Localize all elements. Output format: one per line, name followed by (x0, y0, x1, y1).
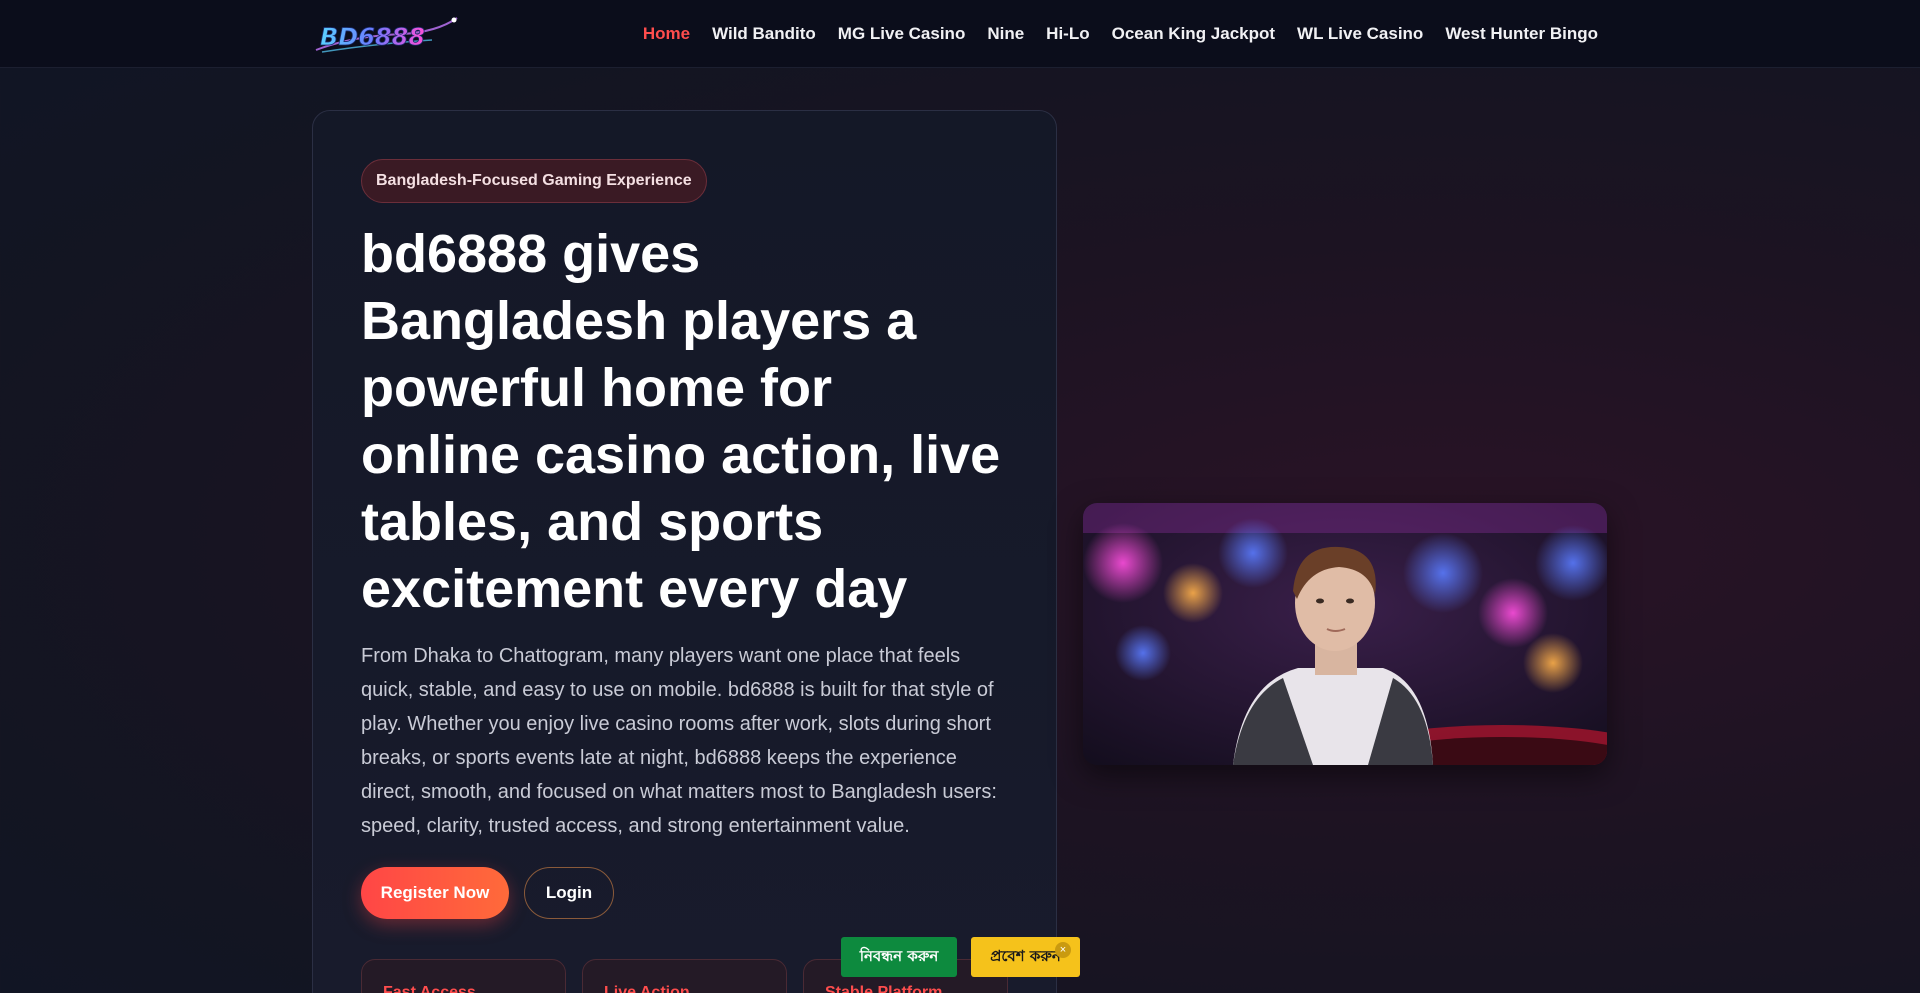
nav-mg-live-casino[interactable]: MG Live Casino (838, 24, 966, 44)
nav-home[interactable]: Home (643, 24, 690, 44)
nav-nine[interactable]: Nine (987, 24, 1024, 44)
hero-casino-image (1083, 503, 1607, 765)
hero-card: Bangladesh-Focused Gaming Experience bd6… (312, 110, 1057, 993)
nav-wl-live-casino[interactable]: WL Live Casino (1297, 24, 1423, 44)
login-button[interactable]: Login (524, 867, 614, 919)
feature-title: Stable Platform (825, 984, 943, 993)
floating-register-button[interactable]: নিবন্ধন করুন (841, 937, 957, 977)
feature-card-fast-access: Fast Access (361, 959, 566, 993)
hero-badge: Bangladesh-Focused Gaming Experience (361, 159, 707, 203)
nav-hi-lo[interactable]: Hi-Lo (1046, 24, 1089, 44)
brand-logo[interactable]: BD6888 (312, 14, 460, 56)
feature-card-live-action: Live Action (582, 959, 787, 993)
register-button[interactable]: Register Now (361, 867, 509, 919)
close-icon[interactable]: × (1055, 942, 1071, 958)
hero-description: From Dhaka to Chattogram, many players w… (361, 645, 997, 837)
site-header: BD6888 Home Wild Bandito MG Live Casino … (0, 0, 1920, 68)
logo-text: BD6888 (320, 23, 425, 51)
casino-dealer-photo (1083, 503, 1607, 765)
main-nav: Home Wild Bandito MG Live Casino Nine Hi… (643, 0, 1598, 68)
hero-headline: bd6888 gives Bangladesh players a powerf… (361, 224, 1001, 619)
feature-title: Fast Access (383, 984, 476, 993)
nav-ocean-king-jackpot[interactable]: Ocean King Jackpot (1112, 24, 1275, 44)
nav-wild-bandito[interactable]: Wild Bandito (712, 24, 816, 44)
nav-west-hunter-bingo[interactable]: West Hunter Bingo (1445, 24, 1598, 44)
feature-title: Live Action (604, 984, 690, 993)
